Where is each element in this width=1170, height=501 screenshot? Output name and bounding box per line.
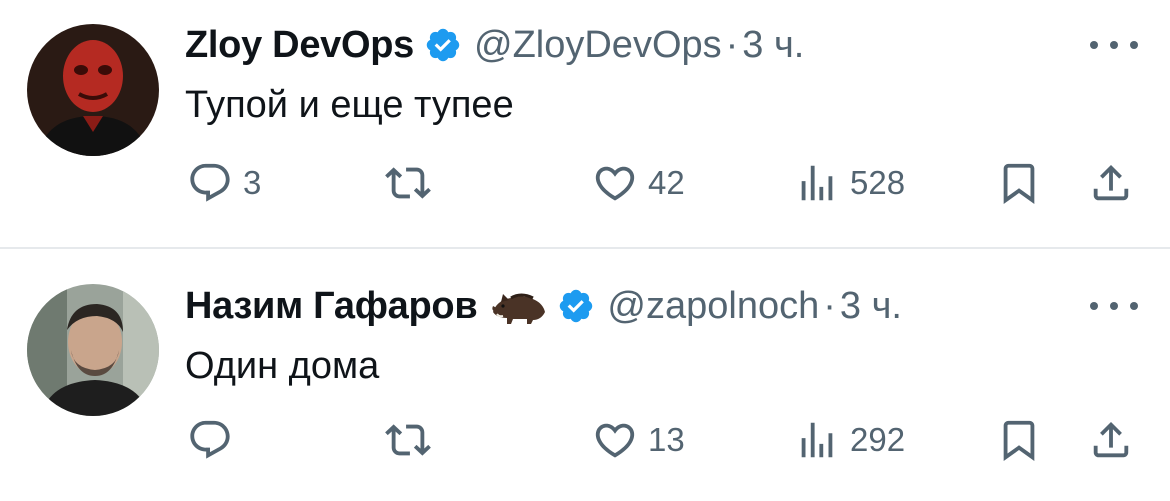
boar-icon — [492, 293, 546, 324]
views-icon — [801, 422, 833, 458]
verified-badge-icon — [560, 289, 593, 323]
author-name[interactable]: Zloy DevOps — [185, 24, 414, 67]
tweet-actions: 13 292 — [0, 415, 1170, 465]
separator: · — [725, 23, 739, 66]
like-count: 13 — [648, 421, 685, 458]
author-handle[interactable]: @ZloyDevOps — [474, 24, 722, 67]
like-button[interactable]: 13 — [592, 415, 685, 465]
views-count: 292 — [850, 421, 906, 458]
retweet-button[interactable] — [385, 415, 441, 465]
views-button[interactable]: 528 — [794, 158, 905, 208]
bookmark-icon — [1003, 420, 1035, 461]
retweet-icon — [385, 167, 431, 199]
author-handle[interactable]: @zapolnoch — [607, 285, 819, 328]
reply-button[interactable] — [187, 415, 243, 465]
views-icon — [801, 165, 833, 201]
more-icon[interactable] — [1090, 38, 1138, 52]
reply-icon — [190, 163, 230, 202]
tweet-actions: 3 42 528 — [0, 158, 1170, 208]
share-button[interactable] — [1088, 415, 1134, 465]
bookmark-button[interactable] — [996, 158, 1042, 208]
avatar[interactable] — [27, 24, 159, 156]
views-button[interactable]: 292 — [794, 415, 905, 465]
tweet-header: Zloy DevOps @ZloyDevOps · 3 ч. — [185, 22, 804, 68]
tweet-text: Один дома — [185, 345, 380, 387]
views-count: 528 — [850, 164, 906, 201]
bookmark-button[interactable] — [996, 415, 1042, 465]
tweet-header: Назим Гафаров @zapolnoch · 3 ч. — [185, 283, 902, 329]
verified-badge-icon — [426, 28, 460, 62]
share-button[interactable] — [1088, 158, 1134, 208]
more-icon[interactable] — [1090, 299, 1138, 313]
reply-icon — [190, 420, 230, 459]
separator: · — [823, 284, 836, 327]
reply-button[interactable]: 3 — [187, 158, 261, 208]
reply-count: 3 — [243, 164, 262, 201]
share-icon — [1093, 164, 1129, 201]
tweet[interactable]: Zloy DevOps @ZloyDevOps · 3 ч. Тупой и е… — [0, 0, 1170, 247]
timestamp[interactable]: 3 ч. — [742, 24, 804, 67]
like-icon — [595, 166, 635, 201]
like-icon — [595, 423, 635, 458]
tweet-text: Тупой и еще тупее — [185, 84, 514, 126]
retweet-icon — [385, 424, 431, 456]
author-name[interactable]: Назим Гафаров — [185, 285, 478, 328]
timestamp[interactable]: 3 ч. — [840, 285, 902, 328]
tweet[interactable]: Назим Гафаров @zapolnoch · 3 ч. Один дом… — [0, 249, 1170, 501]
like-count: 42 — [648, 164, 685, 201]
like-button[interactable]: 42 — [592, 158, 685, 208]
retweet-button[interactable] — [385, 158, 441, 208]
bookmark-icon — [1003, 163, 1035, 204]
share-icon — [1093, 421, 1129, 458]
avatar[interactable] — [27, 284, 159, 416]
